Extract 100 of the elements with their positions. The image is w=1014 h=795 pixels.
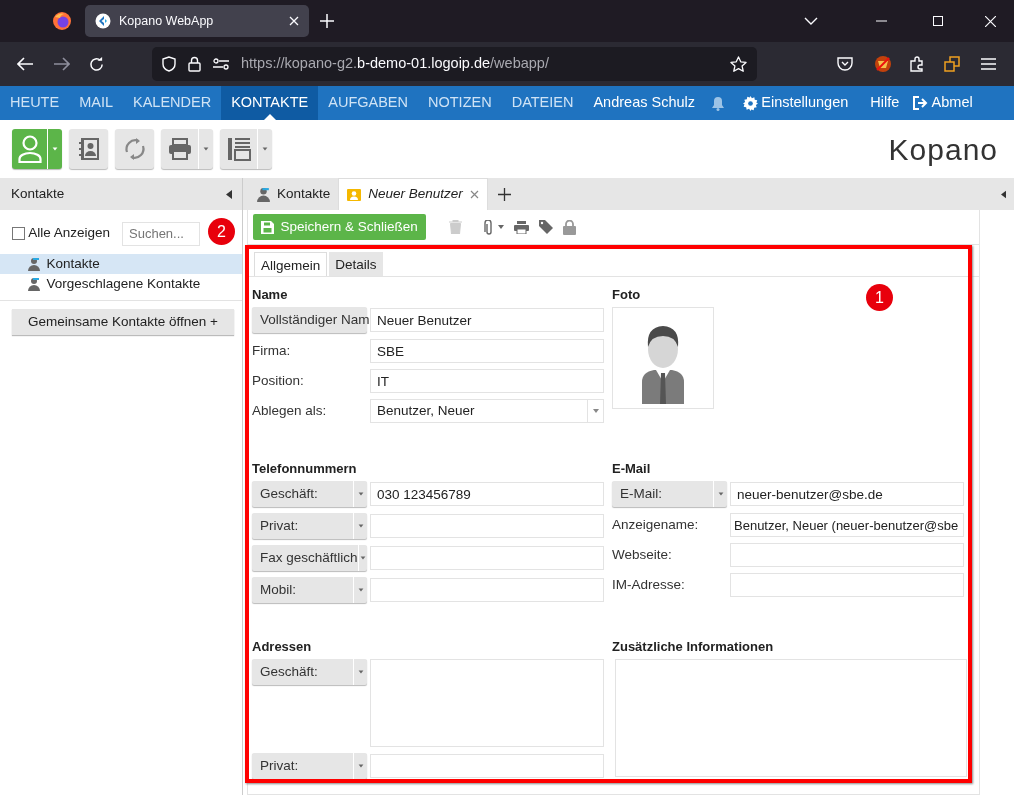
nav-tab[interactable]: NOTIZEN [418,86,502,120]
field-type-button[interactable]: Vollständiger Nam [252,307,367,333]
field-type-dropdown[interactable]: Privat: [252,753,367,779]
show-all-checkbox[interactable]: Alle Anzeigen [12,223,111,244]
text-field[interactable]: Neuer Benutzer [370,308,604,332]
collapse-icon[interactable] [226,189,232,199]
search-field[interactable]: Suchen... [122,221,200,246]
settings-link[interactable]: Einstellungen [743,86,849,120]
printer-icon[interactable] [513,220,529,234]
caret-icon [358,554,367,562]
puzzle-icon[interactable] [909,56,925,72]
menu-icon[interactable] [981,58,996,70]
form-tab[interactable]: Details [329,252,383,276]
new-contact-button[interactable] [12,129,62,169]
text-field[interactable] [370,546,604,570]
caret-icon [592,409,599,413]
content-tab[interactable]: Kontakte [249,178,339,210]
text-field[interactable]: IT [370,369,604,393]
caret-icon [356,490,365,498]
text-field[interactable]: neuer-benutzer@sbe.de [730,482,964,506]
file-as-combo[interactable]: Benutzer, Neuer [370,399,604,423]
panel-title: Kontakte [11,184,65,203]
annotation-badge: 2 [208,218,235,245]
pocket-icon[interactable] [837,56,853,72]
caret-icon[interactable] [497,225,504,229]
text-field[interactable]: SBE [370,339,604,363]
kopano-logo: Kopano [888,131,998,168]
reload-icon[interactable] [89,56,104,72]
lock-icon[interactable] [188,56,201,72]
user-name[interactable]: Andreas Schulz [583,86,705,120]
address-field[interactable] [370,659,604,747]
tab-title: Kopano WebApp [119,12,215,30]
nav-tab[interactable]: MAIL [69,86,123,120]
add-tab-icon[interactable] [497,187,511,201]
contact-folder-icon [28,277,40,291]
tag-icon[interactable] [538,220,553,234]
browser-tab[interactable]: Kopano WebApp [85,5,309,37]
caret-icon [356,668,365,676]
text-field[interactable] [370,514,604,538]
section-heading: Adressen [252,638,312,653]
text-field[interactable]: Benutzer, Neuer (neuer-benutzer@sbe [730,513,964,537]
section-heading: Telefonnummern [252,460,357,475]
printer-icon [167,138,192,160]
notes-field[interactable] [615,659,967,777]
person-icon [17,135,42,163]
windows-icon[interactable] [944,56,960,72]
extension-badge-icon[interactable] [874,55,892,73]
address-book-button[interactable] [69,129,108,169]
field-label: Ablegen als: [252,401,328,420]
paperclip-icon[interactable] [483,219,494,235]
new-tab-icon[interactable] [320,14,334,28]
back-icon[interactable] [17,57,34,71]
shared-contacts-button[interactable]: Gemeinsame Kontakte öffnen + [12,309,234,335]
field-type-dropdown[interactable]: Mobil: [252,577,367,603]
field-label: Position: [252,371,305,390]
nav-tab[interactable]: KONTAKTE [221,86,319,120]
save-icon [261,220,274,234]
field-type-dropdown[interactable]: Privat: [252,513,367,539]
layout-button[interactable] [220,129,272,169]
star-icon[interactable] [730,56,747,72]
address-book-icon [77,137,100,161]
contact-card-icon [347,188,362,201]
field-type-dropdown[interactable]: Fax geschäftlich [252,545,367,571]
text-field[interactable]: 030 123456789 [370,482,604,506]
text-field[interactable] [370,754,604,778]
collapse-icon[interactable] [1001,189,1006,199]
text-field[interactable] [370,578,604,602]
text-field[interactable] [730,573,964,597]
browser-logo-icon[interactable] [52,11,72,31]
nav-tab[interactable]: HEUTE [0,86,70,120]
nav-tab[interactable]: AUFGABEN [318,86,418,120]
chevron-down-icon[interactable] [804,17,818,25]
nav-tab[interactable]: KALENDER [123,86,222,120]
section-heading: E-Mail [612,460,651,475]
content-tab[interactable]: Neuer Benutzer [338,178,488,210]
settings-sliders-icon[interactable] [213,58,229,70]
field-type-dropdown[interactable]: Geschäft: [252,481,367,507]
caret-icon [716,490,725,498]
logout-icon [913,96,929,110]
bell-icon[interactable] [711,95,725,111]
refresh-button[interactable] [115,129,154,169]
nav-tab[interactable]: DATEIEN [501,86,584,120]
url-text: https://kopano-g2.b-demo-01.logoip.de/webapp/ [241,54,550,74]
print-button[interactable] [161,129,213,169]
field-type-dropdown[interactable]: Geschäft: [252,659,367,685]
folder-item[interactable]: Vorgeschlagene Kontakte [0,274,242,294]
contact-folder-icon [257,186,270,202]
shield-icon[interactable] [162,56,176,72]
form-tab[interactable]: Allgemein [254,252,328,276]
logout-link[interactable]: Abmel [913,86,973,120]
address-bar[interactable]: https://kopano-g2.b-demo-01.logoip.de/webapp/ [152,47,757,81]
folder-item[interactable]: Kontakte [0,254,242,274]
text-field[interactable] [730,543,964,567]
help-link[interactable]: Hilfe [860,86,910,120]
maximize-icon[interactable] [933,16,943,26]
section-heading: Name [252,286,288,301]
caret-icon [356,522,365,530]
layout-icon [226,137,251,161]
site-logo-icon [95,13,111,29]
field-type-dropdown[interactable]: E-Mail: [612,481,727,507]
